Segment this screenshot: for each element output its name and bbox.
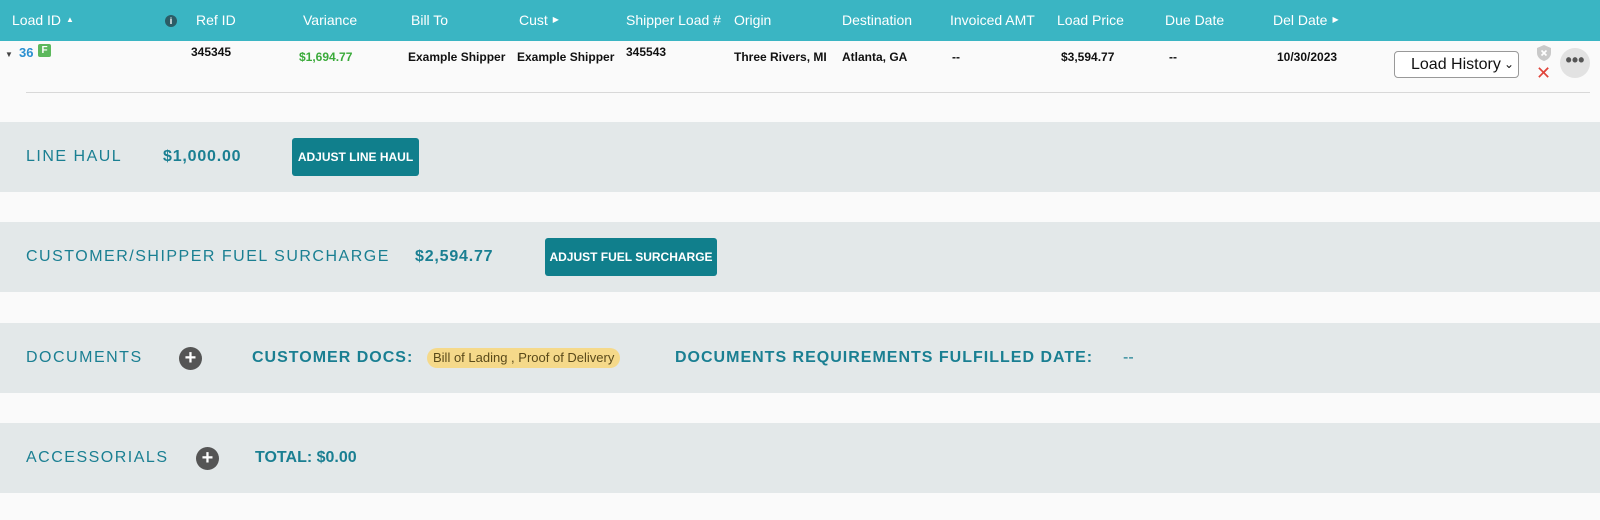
line-haul-section: LINE HAUL $1,000.00 ADJUST LINE HAUL [0, 122, 1600, 192]
shipper-load-value: 345543 [626, 45, 667, 59]
col-load-id-label: Load ID [12, 12, 62, 28]
table-row: ▼ 36 F 345345 $1,694.77 Example Shipper … [0, 41, 1600, 93]
row-divider [26, 92, 1590, 93]
col-invoiced-amt[interactable]: Invoiced AMT [950, 12, 1035, 28]
col-del-date[interactable]: Del Date ▶ [1273, 12, 1339, 28]
chevron-right-icon: ▶ [552, 15, 559, 24]
col-del-date-label: Del Date [1273, 12, 1328, 28]
documents-section: DOCUMENTS + CUSTOMER DOCS: Bill of Ladin… [0, 323, 1600, 393]
docs-fulfilled-value: -- [1123, 349, 1134, 366]
accessorials-title: ACCESSORIALS [26, 449, 169, 466]
col-cust[interactable]: Cust ▶ [519, 12, 559, 28]
load-history-selected: Load History [1411, 56, 1501, 73]
accessorials-section: ACCESSORIALS + TOTAL: $0.00 [0, 423, 1600, 493]
ref-id-value: 345345 [191, 45, 232, 59]
cust-value: Example Shipper [517, 50, 615, 64]
col-variance[interactable]: Variance [303, 12, 357, 28]
info-icon[interactable]: i [165, 15, 177, 27]
accessorials-total: TOTAL: $0.00 [255, 449, 357, 466]
documents-title: DOCUMENTS [26, 349, 143, 366]
flag-badge: F [38, 44, 51, 57]
col-shipper-load[interactable]: Shipper Load # [626, 12, 721, 28]
customer-docs-badge: Bill of Lading , Proof of Delivery [427, 348, 621, 368]
variance-value: $1,694.77 [299, 50, 353, 64]
col-origin[interactable]: Origin [734, 12, 771, 28]
col-load-price[interactable]: Load Price [1057, 12, 1124, 28]
due-date-value: -- [1169, 50, 1177, 64]
col-destination[interactable]: Destination [842, 12, 912, 28]
origin-value: Three Rivers, MI [734, 50, 827, 64]
adjust-line-haul-button[interactable]: ADJUST LINE HAUL [292, 138, 419, 176]
load-id-link[interactable]: 36 [19, 45, 33, 60]
more-options-button[interactable]: ••• [1560, 48, 1590, 78]
col-cust-label: Cust [519, 12, 548, 28]
invoiced-amt-value: -- [952, 50, 960, 64]
add-accessorial-icon[interactable]: + [196, 447, 219, 470]
close-icon[interactable]: ✕ [1536, 64, 1551, 82]
bill-to-value: Example Shipper [408, 50, 506, 64]
del-date-value: 10/30/2023 [1277, 50, 1338, 64]
fuel-surcharge-section: CUSTOMER/SHIPPER FUEL SURCHARGE $2,594.7… [0, 222, 1600, 292]
col-load-id[interactable]: Load ID ▲ [12, 12, 74, 28]
sort-asc-icon: ▲ [66, 15, 74, 24]
add-document-icon[interactable]: + [179, 347, 202, 370]
fuel-surcharge-amount: $2,594.77 [415, 248, 494, 265]
load-history-select[interactable]: Load History ⌄ [1394, 51, 1519, 78]
line-haul-amount: $1,000.00 [163, 148, 242, 165]
col-ref-id[interactable]: Ref ID [196, 12, 236, 28]
expand-caret-icon[interactable]: ▼ [5, 50, 13, 59]
destination-value: Atlanta, GA [842, 50, 908, 64]
chevron-down-icon: ⌄ [1501, 52, 1514, 77]
load-price-value: $3,594.77 [1061, 50, 1115, 64]
fuel-surcharge-title: CUSTOMER/SHIPPER FUEL SURCHARGE [26, 248, 390, 265]
line-haul-title: LINE HAUL [26, 148, 123, 165]
col-bill-to[interactable]: Bill To [411, 12, 448, 28]
adjust-fuel-surcharge-button[interactable]: ADJUST FUEL SURCHARGE [545, 238, 717, 276]
table-header: Load ID ▲ i Ref ID Variance Bill To Cust… [0, 0, 1600, 41]
docs-fulfilled-label: DOCUMENTS REQUIREMENTS FULFILLED DATE: [675, 349, 1094, 366]
shield-icon[interactable] [1537, 45, 1551, 61]
customer-docs-label: CUSTOMER DOCS: [252, 349, 414, 366]
chevron-right-icon: ▶ [1332, 15, 1339, 24]
col-due-date[interactable]: Due Date [1165, 12, 1224, 28]
